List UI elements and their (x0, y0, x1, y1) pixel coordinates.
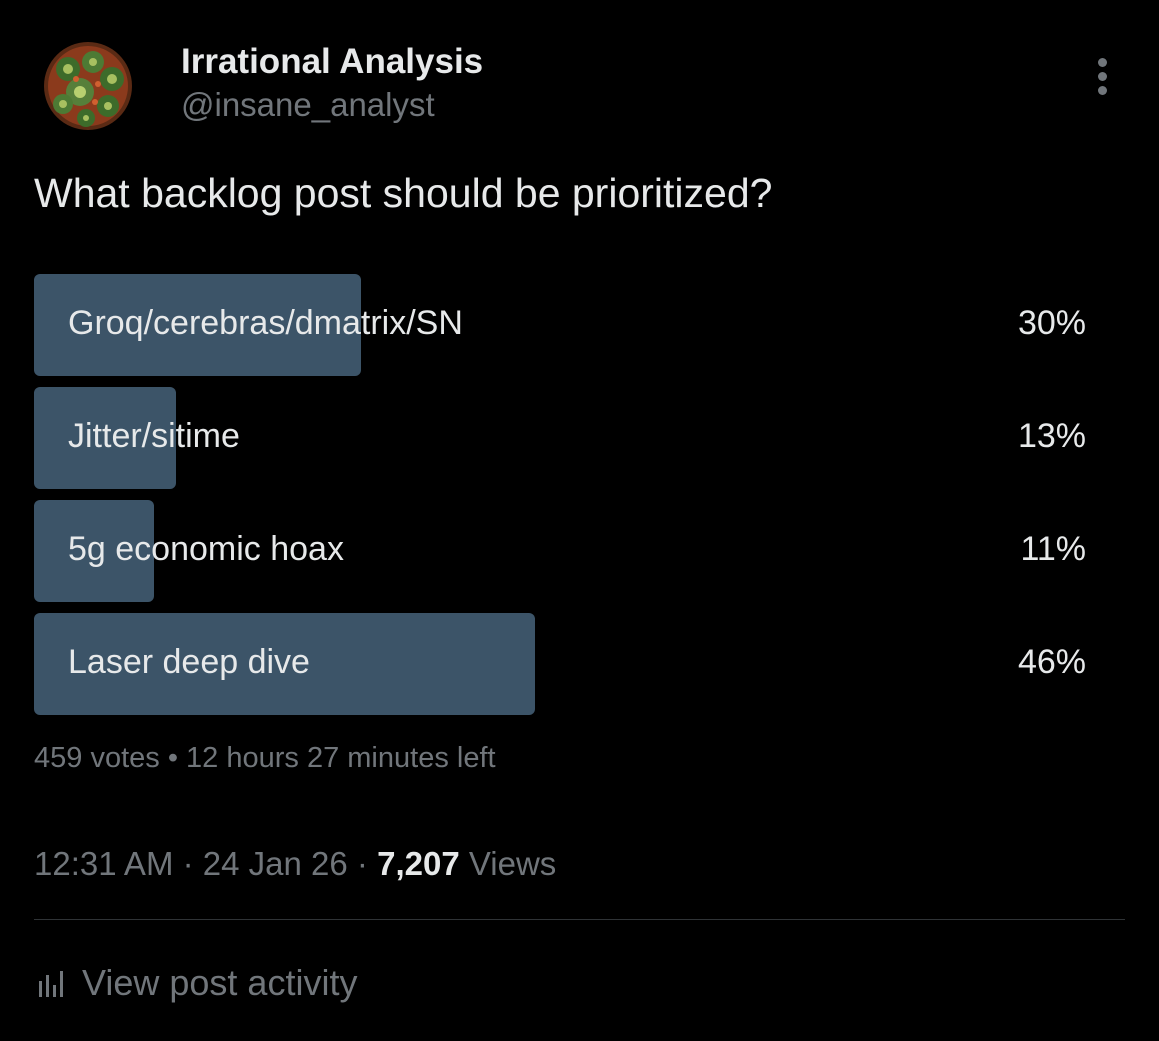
view-post-activity-label: View post activity (82, 962, 358, 1003)
views-label: Views (468, 845, 557, 882)
poll-option-percent: 30% (1017, 304, 1086, 342)
author-handle[interactable]: @insane_analyst (181, 86, 435, 124)
poll-time-left: 12 hours 27 minutes left (186, 742, 496, 774)
poll-option-percent: 13% (1017, 417, 1086, 455)
poll-status: 459 votes • 12 hours 27 minutes left (34, 742, 496, 775)
dot-separator: · (182, 845, 194, 882)
post-metadata: 12:31 AM · 24 Jan 26 · 7,207 Views (34, 845, 556, 883)
poll-option-label: 5g economic hoax (68, 530, 344, 568)
poll-option: Groq/cerebras/dmatrix/SN 30% (34, 274, 1094, 376)
view-post-activity-button[interactable]: View post activity (36, 962, 357, 1004)
poll-option-label: Groq/cerebras/dmatrix/SN (68, 304, 463, 342)
poll-option: 5g economic hoax 11% (34, 500, 1094, 602)
poll-option-label: Jitter/sitime (68, 417, 240, 455)
dot-separator: · (356, 845, 368, 882)
dot-separator: • (167, 742, 178, 774)
poll-option-percent: 11% (1020, 530, 1086, 568)
bar-chart-icon (39, 971, 63, 997)
post-time[interactable]: 12:31 AM (34, 845, 173, 882)
fractal-avatar-icon (38, 34, 138, 138)
poll: Groq/cerebras/dmatrix/SN 30% Jitter/siti… (34, 274, 1094, 726)
poll-option: Laser deep dive 46% (34, 613, 1094, 715)
more-options-button[interactable] (1086, 54, 1120, 98)
post-text: What backlog post should be prioritized? (34, 170, 773, 216)
author-display-name[interactable]: Irrational Analysis (181, 42, 483, 82)
poll-option: Jitter/sitime 13% (34, 387, 1094, 489)
post-date[interactable]: 24 Jan 26 (203, 845, 348, 882)
author-avatar[interactable] (38, 34, 138, 138)
poll-option-label: Laser deep dive (68, 643, 310, 681)
poll-vote-count: 459 votes (34, 742, 160, 774)
poll-option-percent: 46% (1017, 643, 1086, 681)
views-count: 7,207 (377, 845, 460, 882)
divider (34, 919, 1125, 920)
